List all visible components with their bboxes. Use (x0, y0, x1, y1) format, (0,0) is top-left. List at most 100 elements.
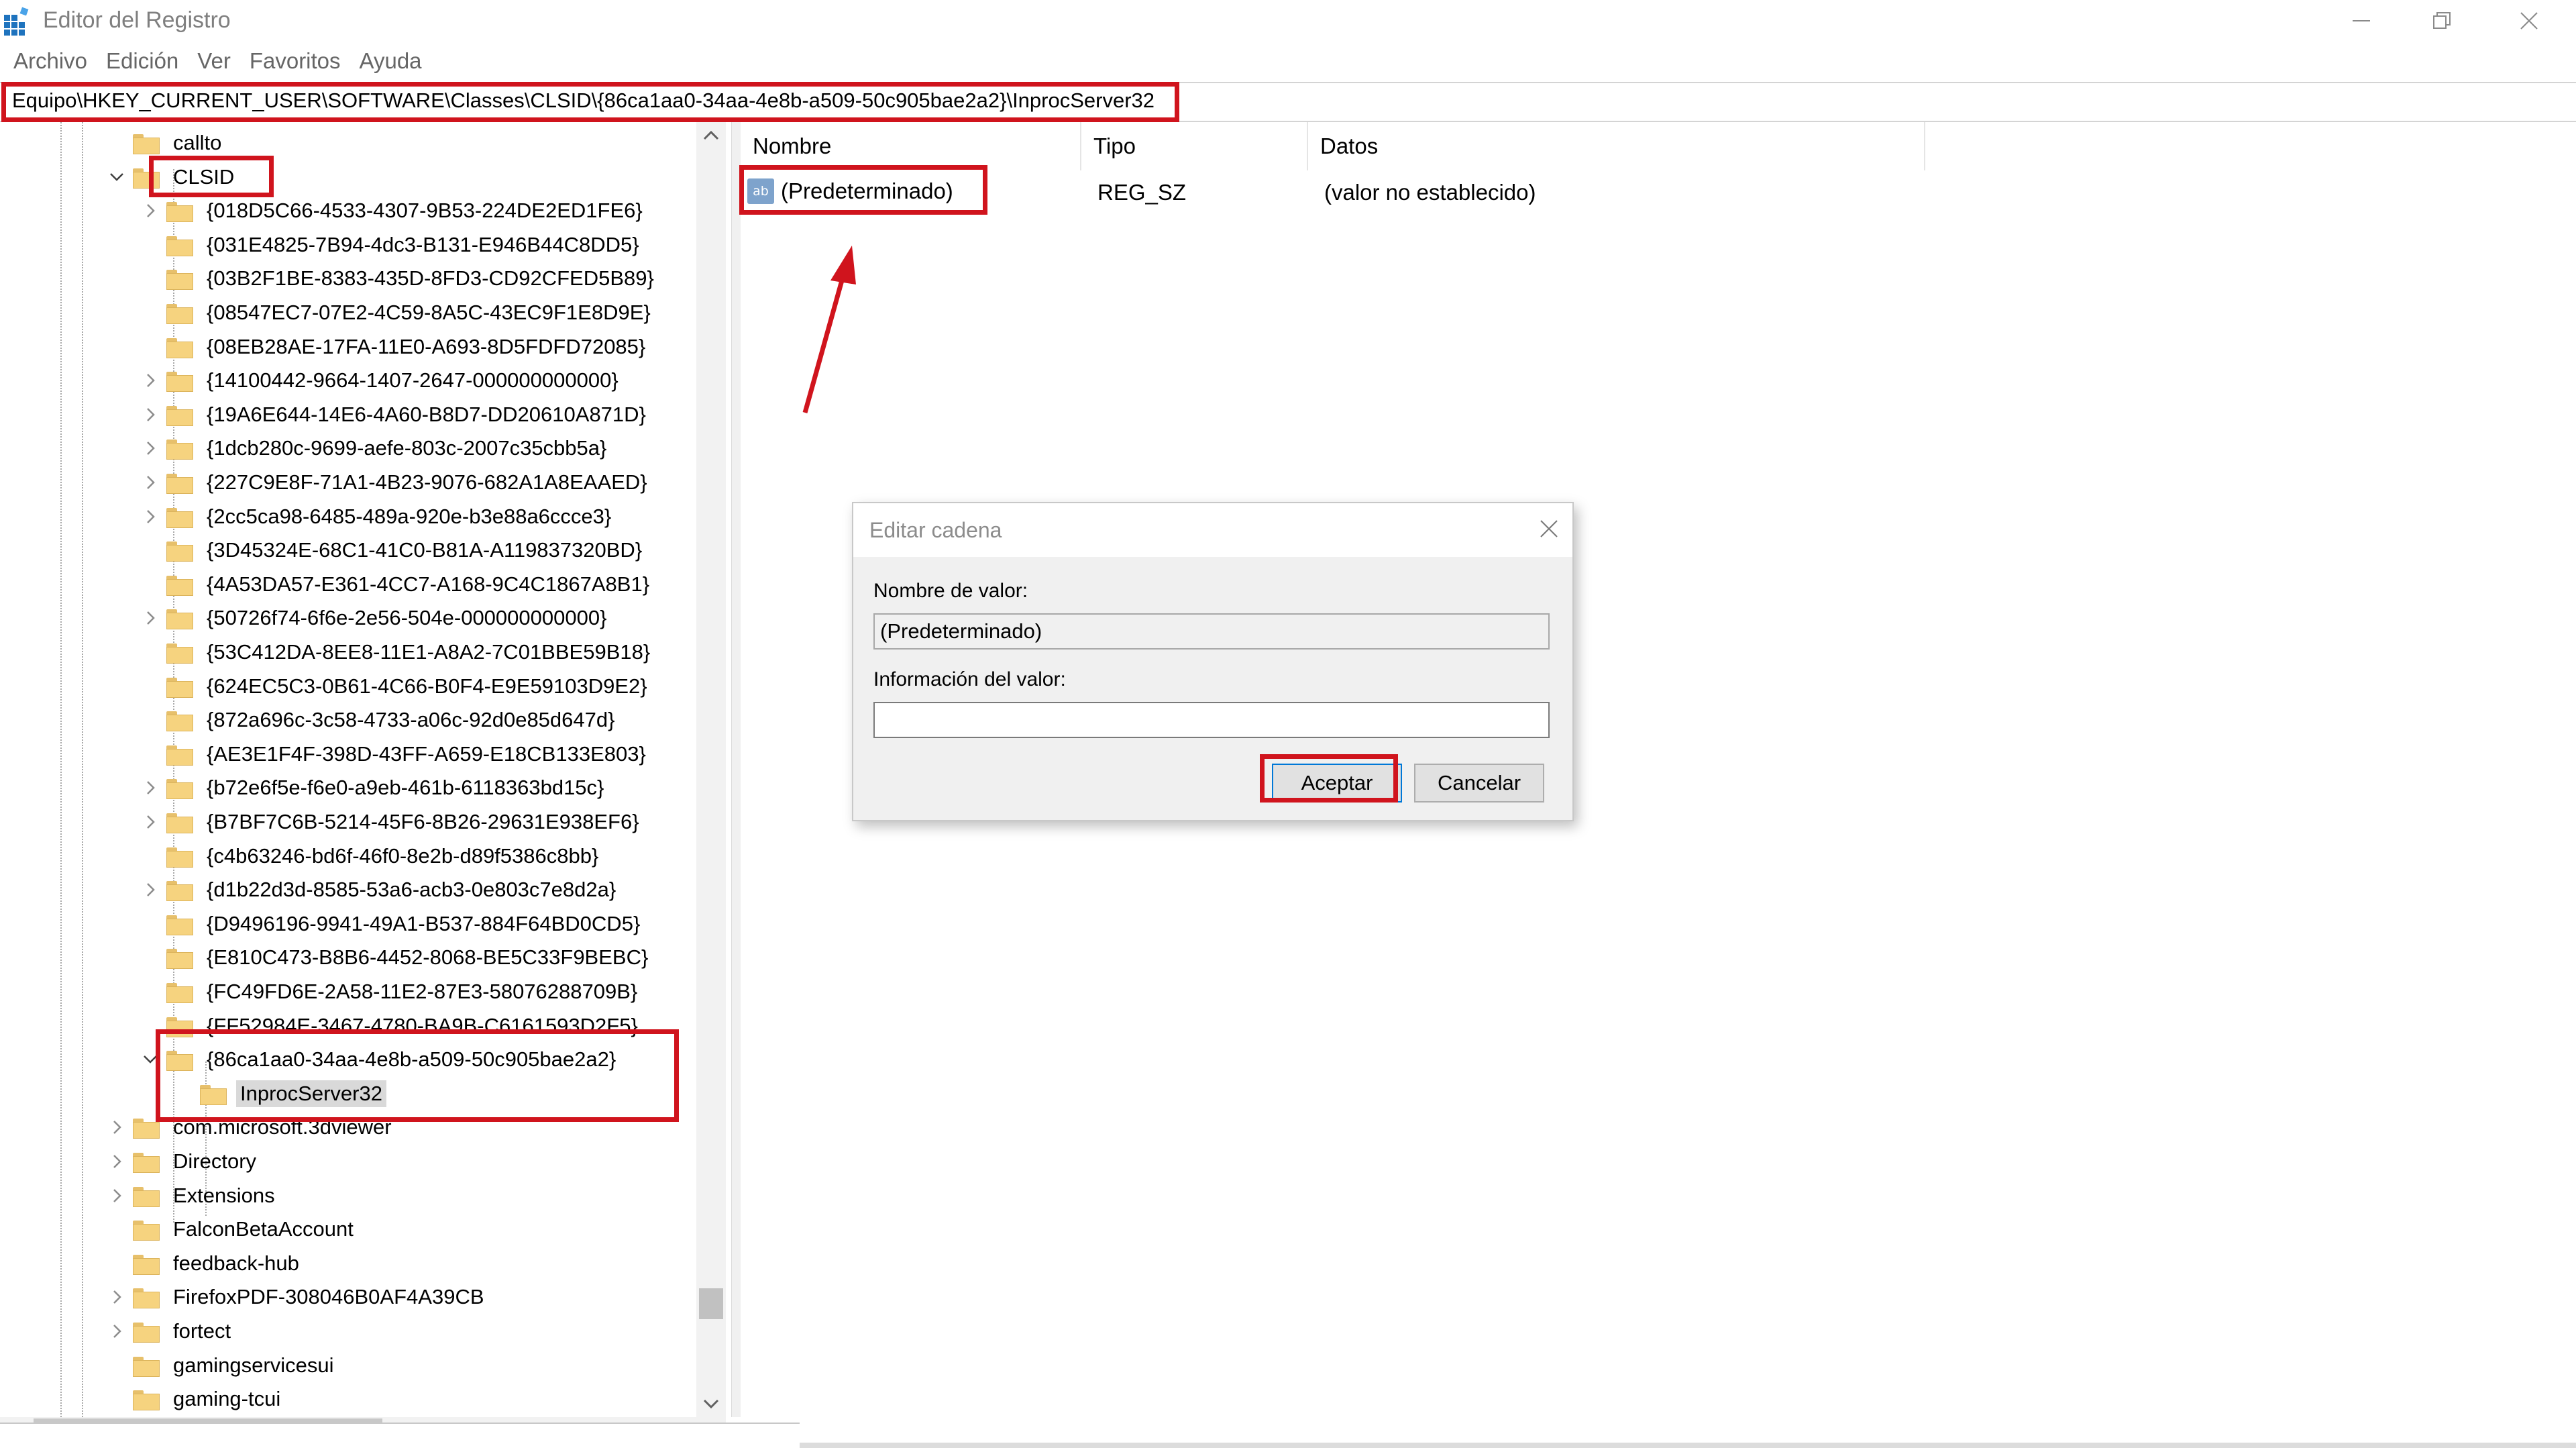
tree-item[interactable]: {1dcb280c-9699-aefe-803c-2007c35cbb5a} (141, 431, 610, 465)
tree-item-label: {B7BF7C6B-5214-45F6-8B26-29631E938EF6} (207, 810, 639, 833)
tree-item[interactable]: {c4b63246-bd6f-46f0-8e2b-d89f5386c8bb} (141, 839, 602, 873)
tree-item[interactable]: FalconBetaAccount (107, 1212, 358, 1246)
column-header-tipo[interactable]: Tipo (1081, 122, 1308, 170)
chevron-right-icon[interactable] (141, 609, 160, 627)
tree-item[interactable]: {624EC5C3-0B61-4C66-B0F4-E9E59103D9E2} (141, 670, 651, 703)
menu-edicion[interactable]: Edición (106, 44, 178, 78)
value-name-field[interactable] (873, 613, 1550, 650)
folder-icon (166, 267, 193, 291)
column-header-datos[interactable]: Datos (1308, 122, 1925, 170)
chevron-right-icon[interactable] (141, 405, 160, 424)
tree-item[interactable]: {08547EC7-07E2-4C59-8A5C-43EC9F1E8D9E} (141, 296, 655, 329)
folder-icon (166, 641, 193, 664)
chevron-right-icon[interactable] (141, 813, 160, 831)
tree-item[interactable]: Directory (107, 1145, 260, 1178)
tree-vertical-scrollbar[interactable] (696, 122, 726, 1417)
restore-icon (2433, 12, 2451, 29)
menu-favoritos[interactable]: Favoritos (250, 44, 341, 78)
folder-icon (166, 335, 193, 358)
tree-item[interactable]: {B7BF7C6B-5214-45F6-8B26-29631E938EF6} (141, 805, 643, 839)
tree-item-label: {19A6E644-14E6-4A60-B8D7-DD20610A871D} (207, 402, 646, 426)
chevron-right-icon[interactable] (141, 507, 160, 526)
tree-item-label: callto (173, 131, 222, 154)
restore-button[interactable] (2402, 0, 2482, 42)
cancel-button[interactable]: Cancelar (1414, 764, 1544, 803)
minimize-icon (2353, 20, 2370, 21)
chevron-right-icon[interactable] (107, 1186, 126, 1205)
tree-item-label: {1dcb280c-9699-aefe-803c-2007c35cbb5a} (207, 436, 607, 460)
minimize-button[interactable] (2321, 0, 2402, 42)
tree-item[interactable]: {E810C473-B8B6-4452-8068-BE5C33F9BEBC} (141, 941, 652, 974)
tree-item[interactable]: fortect (107, 1314, 235, 1348)
tree-item[interactable]: {018D5C66-4533-4307-9B53-224DE2ED1FE6} (141, 194, 647, 227)
tree-item[interactable]: {031E4825-7B94-4dc3-B131-E946B44C8DD5} (141, 228, 643, 262)
tree-item[interactable]: {3D45324E-68C1-41C0-B81A-A119837320BD} (141, 533, 646, 567)
scroll-down-button[interactable] (696, 1390, 726, 1417)
tree-item[interactable]: {19A6E644-14E6-4A60-B8D7-DD20610A871D} (141, 398, 650, 431)
tree-item[interactable]: callto (107, 126, 225, 160)
tree-item[interactable]: {D9496196-9941-49A1-B537-884F64BD0CD5} (141, 907, 644, 941)
tree-item-label: {872a696c-3c58-4733-a06c-92d0e85d647d} (207, 708, 615, 732)
chevron-right-icon[interactable] (107, 1118, 126, 1137)
folder-icon (166, 301, 193, 324)
tree-item[interactable]: {4A53DA57-E361-4CC7-A168-9C4C1867A8B1} (141, 568, 653, 601)
chevron-right-icon[interactable] (141, 778, 160, 797)
chevron-right-icon[interactable] (141, 371, 160, 390)
folder-icon (166, 607, 193, 630)
menu-bar: Archivo Edición Ver Favoritos Ayuda (0, 44, 427, 78)
tree-item-label: FirefoxPDF-308046B0AF4A39CB (173, 1285, 484, 1309)
menu-ayuda[interactable]: Ayuda (360, 44, 422, 78)
tree-item[interactable]: Extensions (107, 1179, 279, 1212)
tree-item-label: fortect (173, 1319, 231, 1343)
tree-item[interactable]: FirefoxPDF-308046B0AF4A39CB (107, 1280, 488, 1314)
tree-item[interactable]: {227C9E8F-71A1-4B23-9076-682A1A8EAAED} (141, 466, 651, 499)
tree-item-label: {018D5C66-4533-4307-9B53-224DE2ED1FE6} (207, 199, 643, 223)
tree-item[interactable]: {53C412DA-8EE8-11E1-A8A2-7C01BBE59B18} (141, 635, 654, 669)
value-highlight-box (739, 165, 987, 215)
menu-archivo[interactable]: Archivo (13, 44, 87, 78)
tree-item[interactable]: {2cc5ca98-6485-489a-920e-b3e88a6ccce3} (141, 500, 615, 533)
tree-item[interactable]: {872a696c-3c58-4733-a06c-92d0e85d647d} (141, 703, 619, 737)
tree-guide-line (60, 122, 62, 1417)
chevron-right-icon[interactable] (141, 201, 160, 220)
scroll-up-button[interactable] (696, 122, 726, 149)
tree-item[interactable]: gaming-tcui (107, 1382, 284, 1416)
chevron-right-icon[interactable] (107, 1322, 126, 1341)
column-header-nombre[interactable]: Nombre (741, 122, 1081, 170)
close-button[interactable] (2489, 0, 2569, 42)
tree-item[interactable]: {b72e6f5e-f6e0-a9eb-461b-6118363bd15c} (141, 771, 608, 805)
menu-ver[interactable]: Ver (197, 44, 231, 78)
chevron-right-icon[interactable] (107, 1152, 126, 1171)
value-data-field[interactable] (873, 702, 1550, 738)
tree-item[interactable]: {14100442-9664-1407-2647-000000000000} (141, 364, 623, 397)
dialog-close-button[interactable] (1539, 515, 1559, 546)
column-label: Tipo (1093, 134, 1136, 158)
chevron-right-icon[interactable] (141, 439, 160, 458)
tree-item[interactable]: {50726f74-6f6e-2e56-504e-000000000000} (141, 601, 610, 635)
tree-item[interactable]: {03B2F1BE-8383-435D-8FD3-CD92CFED5B89} (141, 262, 658, 295)
tree-item[interactable]: {08EB28AE-17FA-11E0-A693-8D5FDFD72085} (141, 330, 649, 364)
tree-item[interactable]: {AE3E1F4F-398D-43FF-A659-E18CB133E803} (141, 737, 650, 771)
tree-item-label: {E810C473-B8B6-4452-8068-BE5C33F9BEBC} (207, 945, 649, 970)
chevron-right-icon[interactable] (107, 1288, 126, 1306)
tree-item-label: {FC49FD6E-2A58-11E2-87E3-58076288709B} (207, 980, 638, 1003)
folder-icon (166, 811, 193, 833)
chevron-right-icon[interactable] (141, 473, 160, 492)
tree-item[interactable]: gamingservicesui (107, 1349, 338, 1382)
folder-icon (133, 1354, 160, 1377)
chevron-down-icon[interactable] (107, 168, 126, 187)
scrollbar-thumb[interactable] (699, 1288, 723, 1319)
chevron-right-icon[interactable] (141, 880, 160, 899)
folder-icon (133, 1286, 160, 1309)
tree-item[interactable]: feedback-hub (107, 1247, 303, 1280)
tree-item[interactable]: {d1b22d3d-8585-53a6-acb3-0e803c7e8d2a} (141, 873, 620, 907)
tree-item[interactable]: {FC49FD6E-2A58-11E2-87E3-58076288709B} (141, 975, 641, 1009)
tree-item-label: {D9496196-9941-49A1-B537-884F64BD0CD5} (207, 911, 641, 935)
